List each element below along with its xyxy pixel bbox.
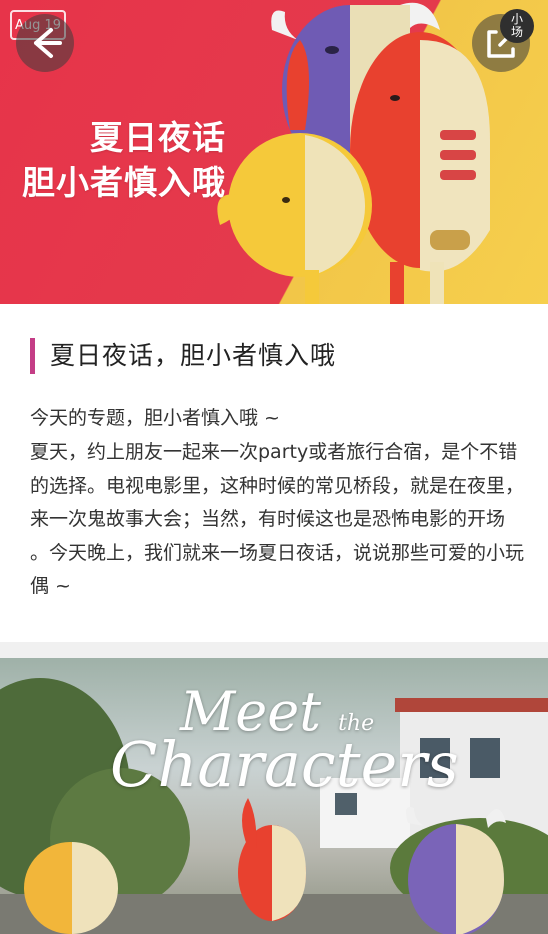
article-body: 夏天，约上朋友一起来一次party或者旅行合宿，是个不错的选择。电视电影里，这种…: [30, 441, 525, 597]
back-button[interactable]: [16, 14, 74, 72]
article: 夏日夜话，胆小者慎入哦 今天的专题，胆小者慎入哦 ~ 夏天，约上朋友一起来一次p…: [0, 304, 548, 642]
article-intro: 今天的专题，胆小者慎入哦 ~: [30, 407, 280, 429]
photo-script-characters: Characters: [110, 728, 459, 801]
hero-headline-line2: 胆小者慎入哦: [22, 163, 226, 202]
hero-characters-illustration: [217, 2, 490, 304]
arrow-left-icon: [34, 28, 62, 58]
article-title: 夏日夜话，胆小者慎入哦: [50, 341, 337, 370]
mini-program-badge[interactable]: 小 场: [500, 9, 534, 43]
hero-headline-line1: 夏日夜话: [90, 118, 226, 157]
title-accent-bar: [30, 338, 35, 374]
hero-banner: 夏日夜话 胆小者慎入哦 Aug 19 小 场: [0, 0, 548, 304]
section-divider: [0, 642, 548, 658]
characters-photo: Meet the Characters: [0, 658, 548, 934]
mini-program-badge-text: 小 场: [510, 12, 523, 39]
